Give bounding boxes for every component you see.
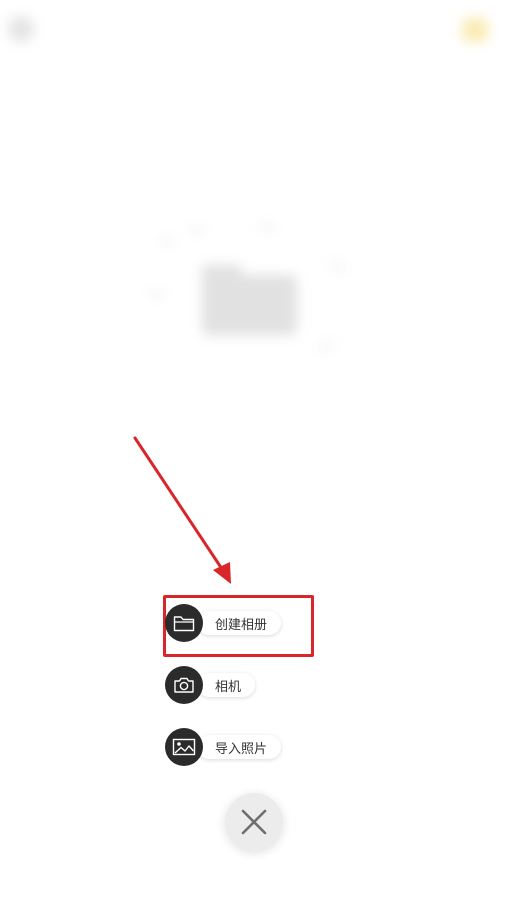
image-icon (165, 728, 203, 766)
import-photos-button[interactable]: 导入照片 (165, 727, 282, 767)
empty-state-illustration (150, 220, 360, 360)
page-title (206, 18, 296, 40)
empty-folder-icon (202, 275, 297, 335)
menu-icon (8, 16, 34, 42)
screen: 创建相册 相机 导入照片 (0, 0, 512, 901)
import-photos-label: 导入照片 (197, 735, 282, 759)
camera-icon (165, 666, 203, 704)
create-album-label: 创建相册 (197, 611, 282, 635)
empty-state-text (206, 380, 302, 398)
close-icon (241, 809, 267, 835)
camera-label: 相机 (197, 673, 256, 697)
decor-dash (330, 265, 344, 269)
decor-dash (190, 228, 204, 232)
vip-icon (462, 18, 488, 42)
decor-dash (160, 240, 174, 244)
close-button[interactable] (225, 793, 283, 851)
folder-icon (165, 604, 203, 642)
decor-dash (260, 225, 274, 229)
camera-button[interactable]: 相机 (165, 665, 256, 705)
decor-dash (150, 292, 164, 296)
create-album-button[interactable]: 创建相册 (165, 603, 282, 643)
decor-dash (320, 345, 334, 349)
